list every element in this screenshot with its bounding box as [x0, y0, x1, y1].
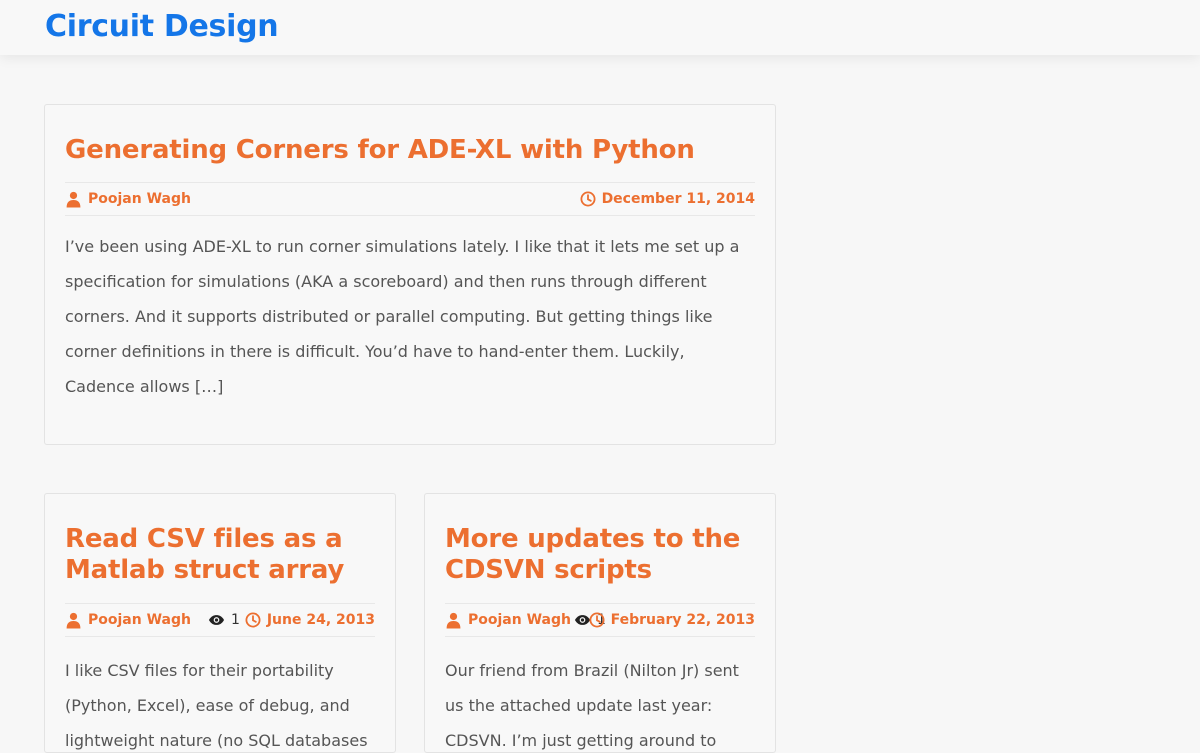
clock-icon	[589, 612, 605, 628]
post-author-name: Poojan Wagh	[88, 612, 191, 628]
site-title-link[interactable]: Circuit Design	[45, 9, 279, 44]
post-author-name: Poojan Wagh	[88, 191, 191, 207]
post-date-text: June 24, 2013	[266, 612, 375, 628]
post-meta: Poojan Wagh December 11, 2014	[65, 182, 755, 216]
post-author[interactable]: Poojan Wagh	[65, 183, 191, 215]
post-title[interactable]: Generating Corners for ADE-XL with Pytho…	[65, 135, 757, 166]
eye-icon	[208, 615, 225, 625]
post-author[interactable]: Poojan Wagh	[65, 604, 191, 636]
user-icon	[66, 612, 81, 628]
post-card: Generating Corners for ADE-XL with Pytho…	[44, 104, 776, 445]
post-date[interactable]: June 24, 2013	[245, 604, 375, 636]
post-excerpt: I’ve been using ADE-XL to run corner sim…	[65, 237, 740, 396]
post-date-text: February 22, 2013	[610, 612, 755, 628]
post-excerpt: I like CSV files for their portability (…	[65, 661, 368, 750]
post-author-name: Poojan Wagh	[468, 612, 571, 628]
post-excerpt: Our friend from Brazil (Nilton Jr) sent …	[445, 661, 739, 750]
post-title[interactable]: Read CSV files as a Matlab struct array	[65, 524, 377, 586]
post-views-count: 1	[231, 612, 240, 628]
user-icon	[66, 191, 81, 207]
post-title[interactable]: More updates to the CDSVN scripts	[445, 524, 757, 586]
clock-icon	[245, 612, 261, 628]
post-card: More updates to the CDSVN scripts Poojan…	[424, 493, 776, 753]
clock-icon	[580, 191, 596, 207]
post-date[interactable]: December 11, 2014	[580, 183, 755, 215]
user-icon	[446, 612, 461, 628]
post-views: 1	[208, 604, 240, 636]
post-author[interactable]: Poojan Wagh	[445, 604, 571, 636]
post-card: Read CSV files as a Matlab struct array …	[44, 493, 396, 753]
post-meta: Poojan Wagh 1 June 24, 2013	[65, 603, 375, 637]
post-date[interactable]: February 22, 2013	[589, 604, 755, 636]
post-date-text: December 11, 2014	[601, 191, 755, 207]
post-meta: Poojan Wagh 1 February 22, 2013	[445, 603, 755, 637]
site-header: Circuit Design	[0, 0, 1200, 55]
